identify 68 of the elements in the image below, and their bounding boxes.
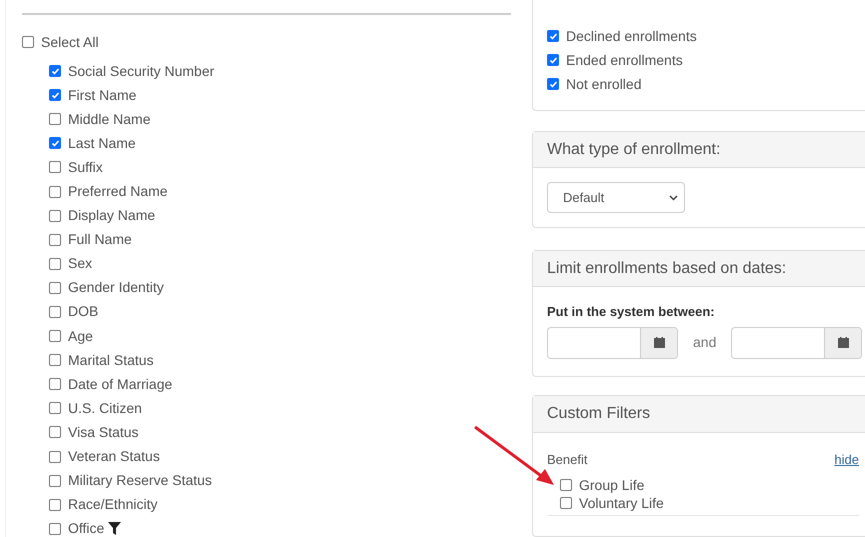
checkbox[interactable] [49,306,61,318]
checkbox-label: DOB [68,302,98,322]
calendar-icon [838,337,849,348]
checkbox[interactable] [49,113,61,126]
checkbox-label: U.S. Citizen [68,398,142,418]
checkbox-label: Age [68,326,93,346]
checkbox-label: Preferred Name [68,182,168,202]
checkbox-label: Race/Ethnicity [68,495,158,514]
checkbox-label: Not enrolled [566,74,642,94]
hide-link[interactable]: hide [834,450,859,469]
enrollment-type-select[interactable]: Default [547,182,685,213]
checkbox[interactable] [22,36,34,48]
date-field[interactable] [547,326,678,358]
checkbox-label: Office [68,519,104,537]
checkbox-label: Date of Marriage [68,374,172,394]
checkbox[interactable] [49,450,61,463]
checkbox-label: Select All [41,32,99,52]
checkbox[interactable] [49,282,61,294]
checkbox-label: Declined enrollments [566,26,697,46]
checkbox-label: Visa Status [68,422,139,442]
checkbox[interactable] [49,186,61,198]
checkbox-label: Ended enrollments [566,50,683,70]
filter-icon[interactable] [108,522,122,536]
checkbox[interactable] [49,234,61,246]
checkbox[interactable] [547,30,559,42]
panel-header: Limit enrollments based on dates: [533,251,865,287]
checkbox[interactable] [49,426,61,438]
checkbox-label: Marital Status [68,350,154,370]
checkbox-label: Suffix [68,158,103,177]
checkbox[interactable] [49,522,61,535]
checkbox[interactable] [49,378,61,390]
checkbox-label: Veteran Status [68,447,160,466]
checkbox[interactable] [49,330,61,342]
checkbox-label: Last Name [68,134,136,153]
checkbox[interactable] [49,65,61,78]
checkbox[interactable] [49,210,61,222]
and-label: and [693,333,716,352]
panel-header: What type of enrollment: [533,132,865,168]
panel-header: Custom Filters [533,396,865,432]
checkbox[interactable] [49,89,61,102]
checkbox-label: Group Life [579,476,644,495]
checkbox[interactable] [49,498,61,511]
date-field[interactable] [731,326,862,358]
checkbox[interactable] [49,137,61,150]
checkbox[interactable] [49,161,61,174]
filter-group-label: Benefit [547,450,588,468]
checkbox-label: Social Security Number [68,62,214,81]
checkbox-label: Full Name [68,230,132,250]
checkbox[interactable] [49,474,61,487]
checkbox-label: First Name [68,86,136,105]
checkbox-label: Display Name [68,206,156,226]
checkbox[interactable] [547,78,559,90]
checkbox[interactable] [560,497,572,509]
checkbox[interactable] [49,258,61,270]
chevron-down-icon [669,194,678,200]
calendar-button[interactable] [640,328,677,358]
checkbox-label: Military Reserve Status [68,471,212,490]
checkbox-label: Sex [68,254,92,274]
field-label: Put in the system between: [547,303,716,321]
checkbox[interactable] [49,354,61,366]
checkbox-label: Voluntary Life [579,494,664,513]
checkbox-label: Middle Name [68,110,150,129]
checkbox[interactable] [49,402,61,414]
calendar-button[interactable] [824,328,862,358]
checkbox[interactable] [560,479,572,491]
checkbox-label: Gender Identity [68,278,164,298]
checkbox[interactable] [547,54,559,66]
calendar-icon [654,337,664,348]
